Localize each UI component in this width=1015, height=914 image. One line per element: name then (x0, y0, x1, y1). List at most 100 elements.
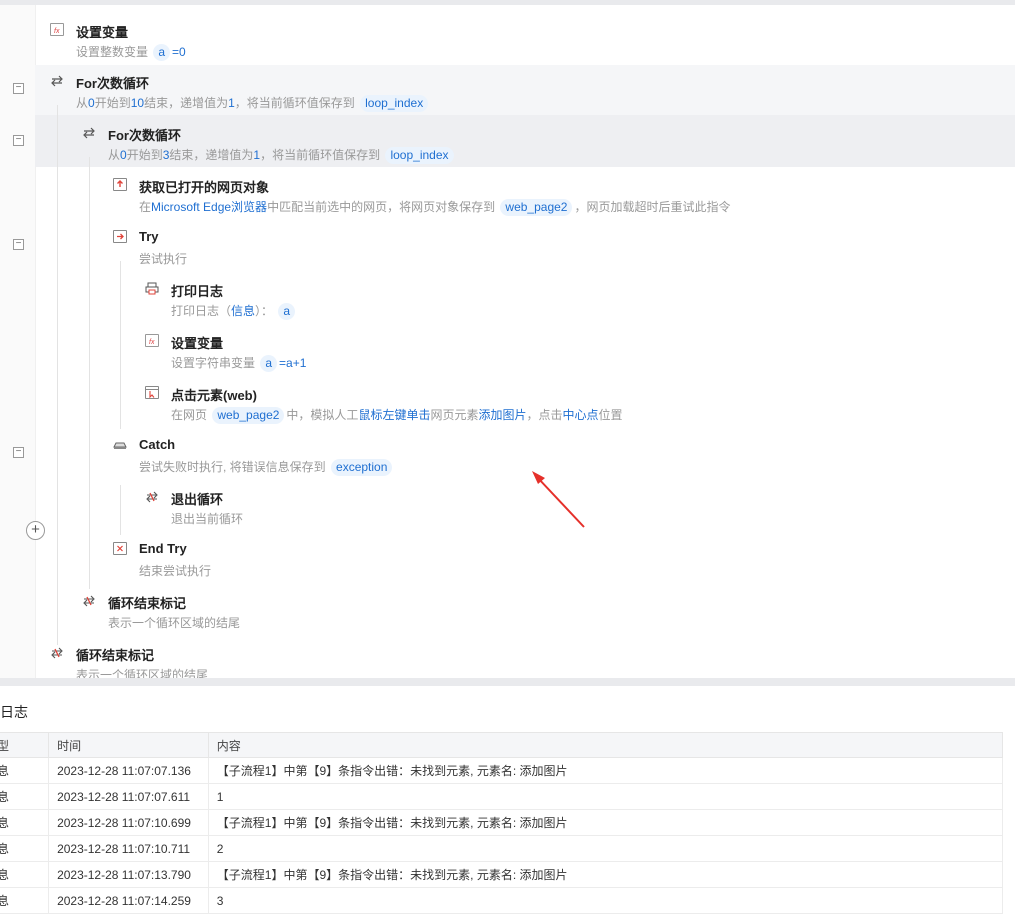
step-description: 退出当前循环 (171, 512, 244, 526)
log-type: 息 (0, 861, 50, 888)
step-description: 打印日志（信息）： a (171, 302, 297, 320)
variable-tag: a (278, 303, 296, 320)
variable-tag: web_page2 (212, 407, 285, 424)
step-click-element[interactable]: 点击元素(web) 在网页 web_page2 中，模拟人工鼠标左键单击网页元素添… (145, 384, 845, 428)
step-title: End Try (139, 541, 187, 556)
step-description: 表示一个循环区域的结尾 (76, 668, 209, 678)
try-guide (120, 261, 121, 429)
step-try[interactable]: Try 尝试执行 (113, 228, 513, 272)
variable-tag: a (260, 355, 278, 372)
log-content: 3 (207, 887, 1004, 914)
log-time: 2023-12-28 11:07:10.711 (48, 835, 209, 862)
log-time: 2023-12-28 11:07:14.259 (48, 887, 209, 914)
step-title: 循环结束标记 (76, 648, 155, 663)
catch-icon (113, 438, 127, 451)
variable-tag: loop_index (385, 147, 454, 164)
step-title: For次数循环 (76, 76, 149, 91)
table-row[interactable]: 息 2023-12-28 11:07:13.790 【子流程1】中第【9】条指令… (0, 861, 1004, 888)
step-description: 表示一个循环区域的结尾 (108, 616, 241, 630)
step-set-variable-string[interactable]: fx 设置变量 设置字符串变量 a =a+1 (145, 332, 545, 376)
click-element-icon (145, 386, 159, 399)
log-header-row: 型 时间 内容 (0, 732, 1004, 758)
step-description: 从0开始到10结束，递增值为1，将当前循环值保存到 loop_index (76, 94, 430, 112)
step-description: 在Microsoft Edge浏览器中匹配当前选中的网页，将网页对象保存到 we… (139, 199, 731, 216)
step-description: 尝试执行 (139, 252, 188, 266)
step-title: 设置变量 (76, 25, 129, 40)
collapse-catch-button[interactable]: − (13, 447, 24, 458)
step-description: 结束尝试执行 (139, 564, 212, 578)
log-type: 息 (0, 783, 50, 810)
column-time-header[interactable]: 时间 (48, 732, 209, 758)
step-description: 从0开始到3结束，递增值为1，将当前循环值保存到 loop_index (108, 146, 456, 164)
panel-divider[interactable] (0, 678, 1015, 686)
step-description: 设置字符串变量 a =a+1 (171, 355, 307, 372)
step-description: 在网页 web_page2 中，模拟人工鼠标左键单击网页元素添加图片，点击中心点位… (171, 407, 623, 424)
column-type-header[interactable]: 型 (0, 732, 50, 758)
exit-loop-icon (145, 490, 159, 503)
log-content: 2 (207, 835, 1004, 862)
log-time: 2023-12-28 11:07:10.699 (48, 809, 209, 836)
log-content: 1 (207, 783, 1004, 810)
log-time: 2023-12-28 11:07:07.611 (48, 783, 209, 810)
browser-icon (113, 178, 127, 191)
column-content-header[interactable]: 内容 (207, 732, 1004, 758)
inner-loop-guide (89, 157, 90, 589)
step-title: 设置变量 (171, 336, 224, 351)
log-type: 息 (0, 887, 50, 914)
step-title: 退出循环 (171, 492, 224, 507)
loop-end-icon (82, 594, 96, 607)
log-content: 【子流程1】中第【9】条指令出错：未找到元素, 元素名: 添加图片 (207, 809, 1004, 836)
log-panel-title: 日志 (0, 704, 28, 720)
log-type: 息 (0, 757, 50, 784)
log-type: 息 (0, 835, 50, 862)
step-title: 打印日志 (171, 284, 224, 299)
step-exit-loop[interactable]: 退出循环 退出当前循环 (145, 488, 545, 532)
variable-icon: fx (50, 23, 64, 36)
step-title: 获取已打开的网页对象 (139, 180, 270, 195)
collapse-inner-loop-button[interactable]: − (13, 135, 24, 146)
step-get-webpage[interactable]: 获取已打开的网页对象 在Microsoft Edge浏览器中匹配当前选中的网页，… (113, 176, 813, 220)
log-content: 【子流程1】中第【9】条指令出错：未找到元素, 元素名: 添加图片 (207, 757, 1004, 784)
log-type: 息 (0, 809, 50, 836)
log-content: 【子流程1】中第【9】条指令出错：未找到元素, 元素名: 添加图片 (207, 861, 1004, 888)
loop-icon (50, 74, 64, 87)
try-icon (113, 230, 127, 243)
step-for-loop-inner[interactable]: For次数循环 从0开始到3结束，递增值为1，将当前循环值保存到 loop_in… (82, 124, 682, 168)
variable-tag: exception (331, 459, 393, 476)
outer-loop-guide (57, 105, 58, 645)
step-end-try[interactable]: End Try 结束尝试执行 (113, 540, 513, 584)
step-description: 尝试失败时执行, 将错误信息保存到 exception (139, 458, 394, 476)
table-row[interactable]: 息 2023-12-28 11:07:07.611 1 (0, 783, 1004, 810)
step-title: Catch (139, 437, 176, 452)
step-loop-end-outer[interactable]: 循环结束标记 表示一个循环区域的结尾 (50, 644, 450, 678)
table-row[interactable]: 息 2023-12-28 11:07:07.136 【子流程1】中第【9】条指令… (0, 757, 1004, 784)
step-title: Try (139, 229, 159, 244)
end-try-icon (113, 542, 127, 555)
variable-tag: a (153, 44, 171, 61)
svg-text:fx: fx (149, 339, 155, 346)
add-step-button[interactable]: + (26, 521, 45, 540)
collapse-outer-loop-button[interactable]: − (13, 83, 24, 94)
variable-tag: loop_index (360, 95, 429, 112)
step-loop-end-inner[interactable]: 循环结束标记 表示一个循环区域的结尾 (82, 592, 482, 636)
printer-icon (145, 282, 159, 295)
step-set-variable[interactable]: fx 设置变量 设置整数变量 a =0 (50, 21, 450, 65)
log-time: 2023-12-28 11:07:07.136 (48, 757, 209, 784)
step-title: 循环结束标记 (108, 596, 187, 611)
svg-text:fx: fx (54, 28, 60, 35)
step-title: 点击元素(web) (171, 388, 257, 403)
flow-editor[interactable]: − − − − + fx 设置变量 设置整数变量 a =0 For次数循环 从0开… (0, 5, 1015, 678)
step-description: 设置整数变量 a =0 (76, 44, 186, 61)
table-row[interactable]: 息 2023-12-28 11:07:10.711 2 (0, 835, 1004, 862)
step-for-loop-outer[interactable]: For次数循环 从0开始到10结束，递增值为1，将当前循环值保存到 loop_i… (50, 72, 650, 116)
table-row[interactable]: 息 2023-12-28 11:07:14.259 3 (0, 887, 1004, 914)
collapse-try-button[interactable]: − (13, 239, 24, 250)
step-title: For次数循环 (108, 128, 181, 143)
step-print-log[interactable]: 打印日志 打印日志（信息）： a (145, 280, 545, 324)
annotation-arrow (532, 471, 585, 528)
log-time: 2023-12-28 11:07:13.790 (48, 861, 209, 888)
table-row[interactable]: 息 2023-12-28 11:07:10.699 【子流程1】中第【9】条指令… (0, 809, 1004, 836)
loop-icon (82, 126, 96, 139)
catch-guide (120, 485, 121, 535)
log-table: 型 时间 内容 息 2023-12-28 11:07:07.136 【子流程1】… (0, 732, 1004, 914)
